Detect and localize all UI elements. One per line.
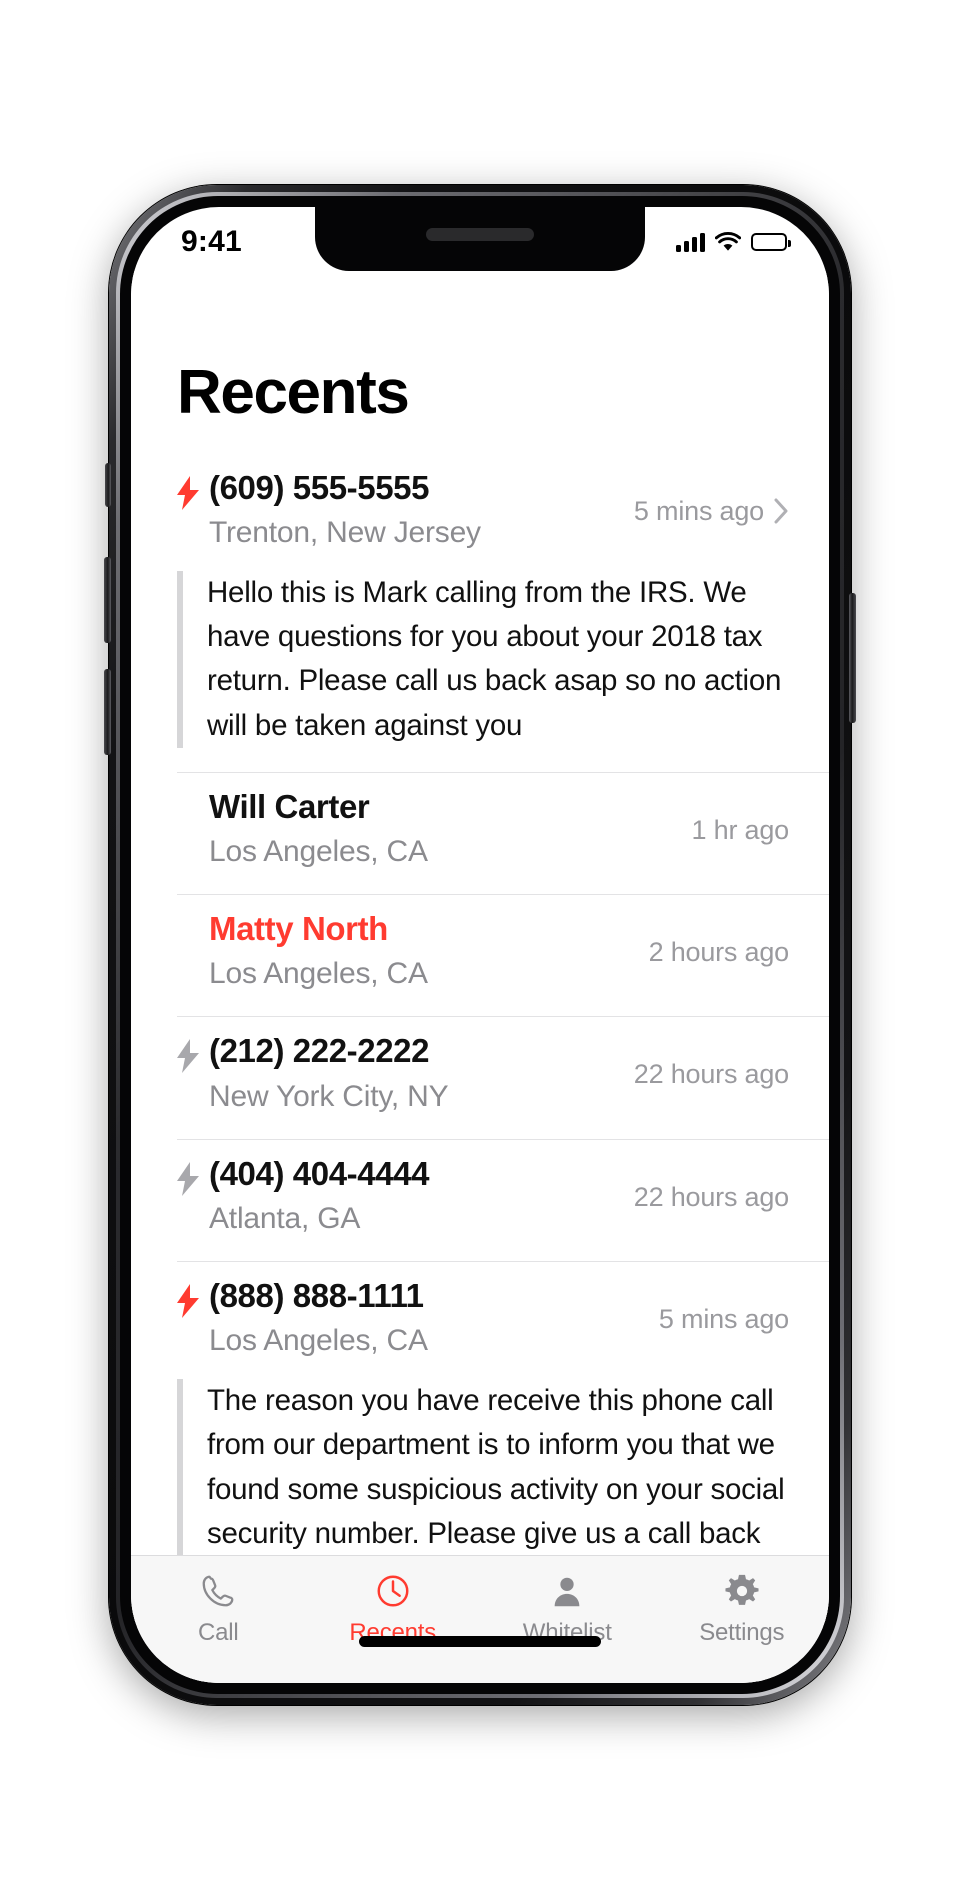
gear-icon: [723, 1570, 761, 1612]
call-timestamp: 5 mins ago: [633, 495, 764, 526]
call-timestamp: 22 hours ago: [633, 1181, 789, 1212]
page-title: Recents: [177, 357, 410, 427]
cellular-signal-icon: [676, 232, 705, 252]
call-name: Will Carter: [209, 787, 370, 825]
tab-settings[interactable]: Settings: [655, 1570, 830, 1647]
list-item[interactable]: Will Carter Los Angeles, CA 1 hr ago: [131, 773, 829, 895]
spam-bolt-icon: [175, 1283, 201, 1323]
phone-screen: 9:41 Recents (609) 555-5555 Trenton, New…: [131, 206, 830, 1683]
call-transcript: Hello this is Mark calling from the IRS.…: [177, 570, 789, 748]
call-timestamp: 22 hours ago: [633, 1059, 789, 1090]
call-location: Los Angeles, CA: [209, 1324, 428, 1357]
screenshot-stage: 9:41 Recents (609) 555-5555 Trenton, New…: [0, 0, 960, 1889]
spam-bolt-icon: [175, 1161, 201, 1201]
call-name: Matty North: [209, 910, 388, 947]
list-item[interactable]: (888) 888-1111 Los Angeles, CA 5 mins ag…: [131, 1262, 829, 1555]
clock-icon: [374, 1570, 412, 1612]
call-location: Los Angeles, CA: [209, 957, 428, 991]
status-bar-icons: [676, 231, 791, 252]
home-indicator[interactable]: [359, 1635, 601, 1647]
tab-label: Settings: [699, 1618, 785, 1646]
call-timestamp: 5 mins ago: [658, 1303, 789, 1334]
call-location: Los Angeles, CA: [209, 835, 428, 868]
call-location: Atlanta, GA: [209, 1201, 361, 1235]
call-name: (609) 555-5555: [209, 468, 430, 506]
silent-switch-button[interactable]: [105, 462, 111, 507]
bottom-tab-bar: Call Recents Whitelist Settings: [131, 1554, 830, 1683]
spam-bolt-icon: [175, 1039, 201, 1078]
chevron-right-icon[interactable]: [774, 498, 789, 524]
phone-device-frame: 9:41 Recents (609) 555-5555 Trenton, New…: [104, 184, 856, 1705]
device-notch: [315, 206, 645, 271]
call-name: (212) 222-2222: [209, 1032, 430, 1070]
volume-up-button[interactable]: [104, 556, 111, 643]
wifi-icon: [714, 231, 742, 252]
list-item[interactable]: Matty North Los Angeles, CA 2 hours ago: [131, 895, 829, 1018]
status-bar-time: 9:41: [181, 224, 242, 258]
list-item[interactable]: (404) 404-4444 Atlanta, GA 22 hours ago: [131, 1140, 829, 1262]
list-item[interactable]: (212) 222-2222 New York City, NY 22 hour…: [131, 1017, 829, 1140]
call-transcript: The reason you have receive this phone c…: [177, 1379, 789, 1555]
call-timestamp: 2 hours ago: [648, 937, 790, 967]
list-item[interactable]: (609) 555-5555 Trenton, New Jersey 5 min…: [131, 454, 829, 773]
phone-icon: [199, 1570, 237, 1612]
call-name: (404) 404-4444: [209, 1154, 430, 1192]
call-location: Trenton, New Jersey: [209, 515, 481, 549]
call-location: New York City, NY: [209, 1079, 449, 1113]
tab-label: Call: [197, 1618, 239, 1646]
recents-page: Recents (609) 555-5555 Trenton, New Jers…: [131, 270, 830, 1683]
power-button[interactable]: [849, 592, 856, 723]
recent-calls-list: (609) 555-5555 Trenton, New Jersey 5 min…: [131, 454, 829, 1555]
call-timestamp: 1 hr ago: [691, 814, 790, 845]
volume-down-button[interactable]: [104, 668, 111, 755]
recents-scroll-area[interactable]: Recents (609) 555-5555 Trenton, New Jers…: [131, 271, 829, 1555]
tab-call[interactable]: Call: [131, 1570, 306, 1647]
earpiece-speaker: [426, 228, 534, 241]
spam-bolt-icon: [175, 475, 201, 515]
battery-icon: [751, 232, 791, 251]
person-icon: [548, 1570, 586, 1612]
call-name: (888) 888-1111: [209, 1276, 424, 1314]
